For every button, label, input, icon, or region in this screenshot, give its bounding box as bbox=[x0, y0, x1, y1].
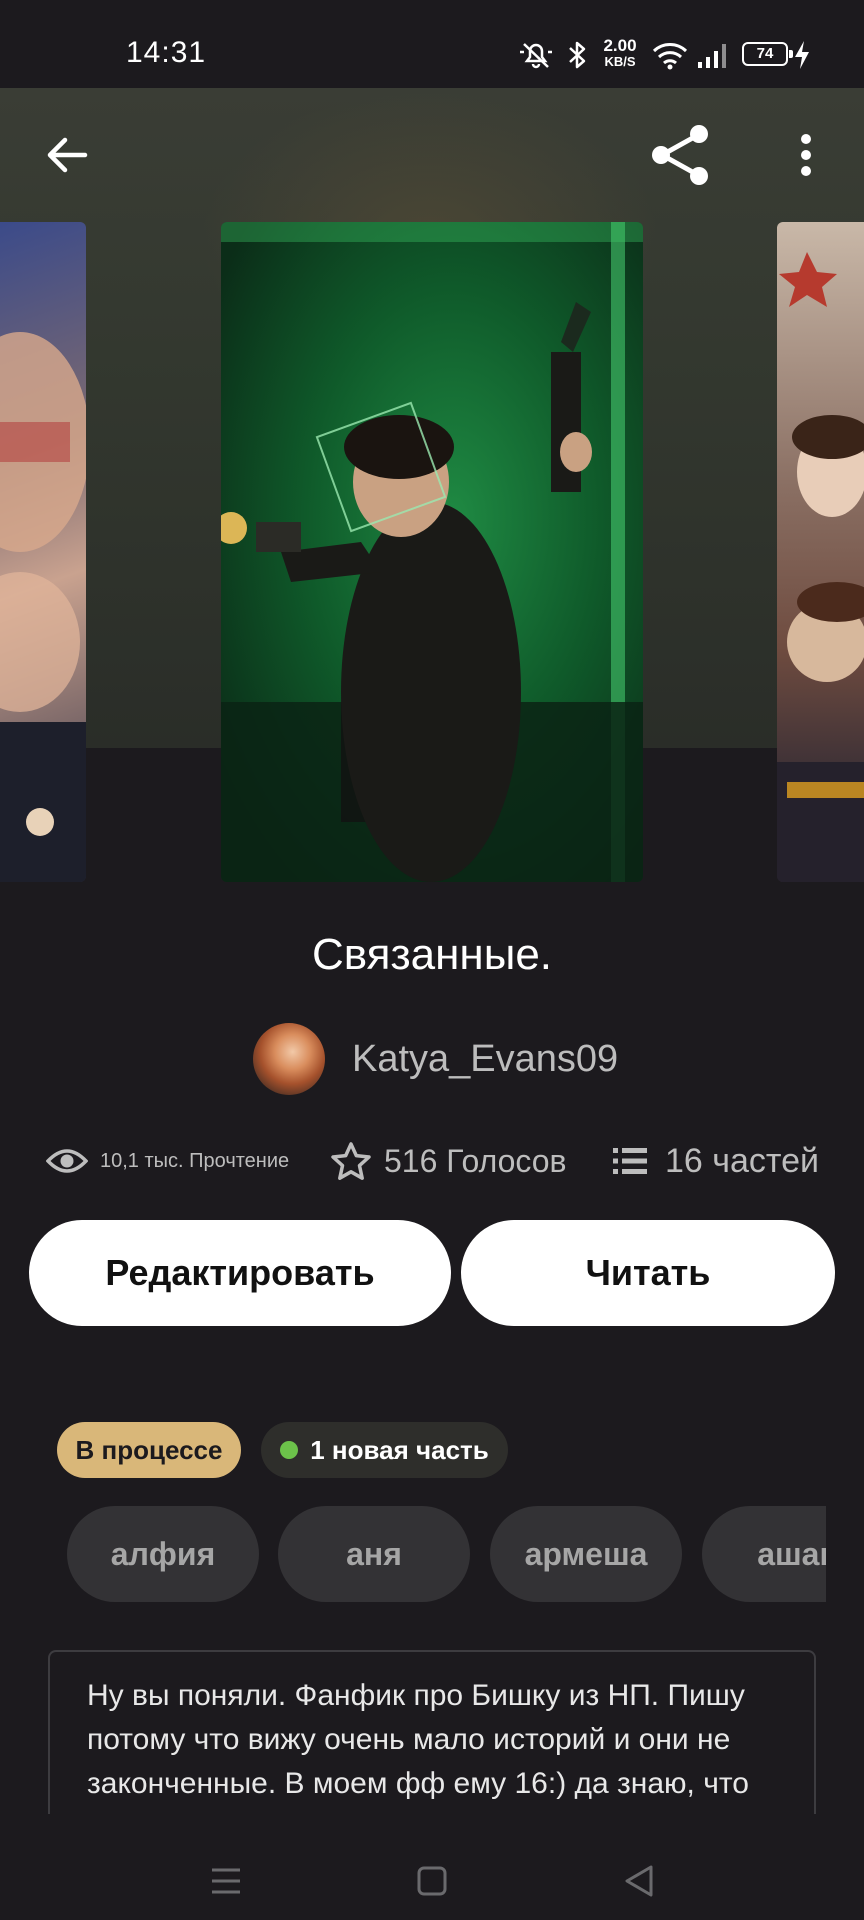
story-title: Связанные. bbox=[311, 930, 553, 979]
charging-icon bbox=[795, 41, 809, 69]
home-nav-icon[interactable] bbox=[417, 1866, 447, 1896]
more-vertical-icon bbox=[801, 134, 811, 176]
share-button[interactable] bbox=[640, 115, 720, 195]
top-bar bbox=[0, 88, 864, 220]
system-nav-bar bbox=[0, 1814, 864, 1920]
story-stats: 10,1 тыс. Прочтение 516 Голосов 16 часте… bbox=[0, 1136, 864, 1186]
status-badge: В процессе bbox=[57, 1422, 241, 1478]
read-button[interactable]: Читать bbox=[461, 1220, 835, 1326]
author-name[interactable]: Katya_Evans09 bbox=[352, 1038, 618, 1081]
bluetooth-icon bbox=[569, 41, 586, 69]
cover-previous-story[interactable] bbox=[0, 222, 86, 882]
more-options-button[interactable] bbox=[766, 115, 846, 195]
net-speed-value: 2.00 bbox=[603, 36, 637, 55]
status-bar: 14:31 2.00 KB/S 74 bbox=[0, 0, 864, 88]
votes-count: 516 Голосов bbox=[384, 1142, 567, 1179]
parts-count: 16 частей bbox=[665, 1141, 819, 1180]
menu-nav-icon[interactable] bbox=[210, 1866, 242, 1896]
cover-current-art bbox=[221, 222, 643, 882]
new-part-label: 1 новая часть bbox=[310, 1434, 489, 1465]
reads-count: 10,1 тыс. Прочтение bbox=[100, 1149, 290, 1172]
silent-bell-icon bbox=[520, 43, 552, 69]
description-box: Ну вы поняли. Фанфик про Бишку из НП. Пи… bbox=[48, 1650, 816, 1814]
wifi-icon bbox=[652, 43, 688, 70]
tag-chip[interactable]: алфия bbox=[67, 1506, 259, 1602]
cover-next-art bbox=[777, 252, 864, 882]
star-icon bbox=[330, 1141, 372, 1181]
author-link[interactable]: Katya_Evans09 bbox=[253, 1022, 618, 1096]
stat-parts: 16 частей bbox=[613, 1136, 819, 1186]
stat-reads: 10,1 тыс. Прочтение bbox=[46, 1136, 289, 1186]
stat-votes: 516 Голосов bbox=[330, 1136, 567, 1186]
tags-row: алфия аня армеша ашан bbox=[0, 1506, 826, 1602]
status-icons: 2.00 KB/S 74 bbox=[0, 0, 864, 88]
net-speed: 2.00 KB/S bbox=[598, 36, 642, 70]
cover-next-story[interactable] bbox=[777, 222, 864, 882]
story-description: Ну вы поняли. Фанфик про Бишку из НП. Пи… bbox=[87, 1679, 749, 1814]
cover-previous-art bbox=[0, 332, 86, 882]
tag-chip[interactable]: ашан bbox=[702, 1506, 826, 1602]
eye-icon bbox=[46, 1146, 88, 1176]
author-avatar[interactable] bbox=[253, 1023, 325, 1095]
share-icon bbox=[652, 125, 708, 185]
edit-button[interactable]: Редактировать bbox=[29, 1220, 451, 1326]
back-button[interactable] bbox=[27, 115, 107, 195]
arrow-left-icon bbox=[47, 137, 88, 173]
list-icon bbox=[613, 1146, 647, 1176]
new-dot-icon bbox=[280, 1441, 299, 1459]
new-part-badge: 1 новая часть bbox=[261, 1422, 508, 1478]
signal-icon bbox=[698, 44, 726, 68]
battery-indicator: 74 bbox=[742, 42, 793, 66]
tag-chip[interactable]: аня bbox=[278, 1506, 470, 1602]
cover-current-story[interactable] bbox=[221, 222, 643, 882]
tag-chip[interactable]: армеша bbox=[490, 1506, 682, 1602]
back-nav-icon[interactable] bbox=[623, 1864, 655, 1898]
net-speed-unit: KB/S bbox=[604, 54, 636, 69]
